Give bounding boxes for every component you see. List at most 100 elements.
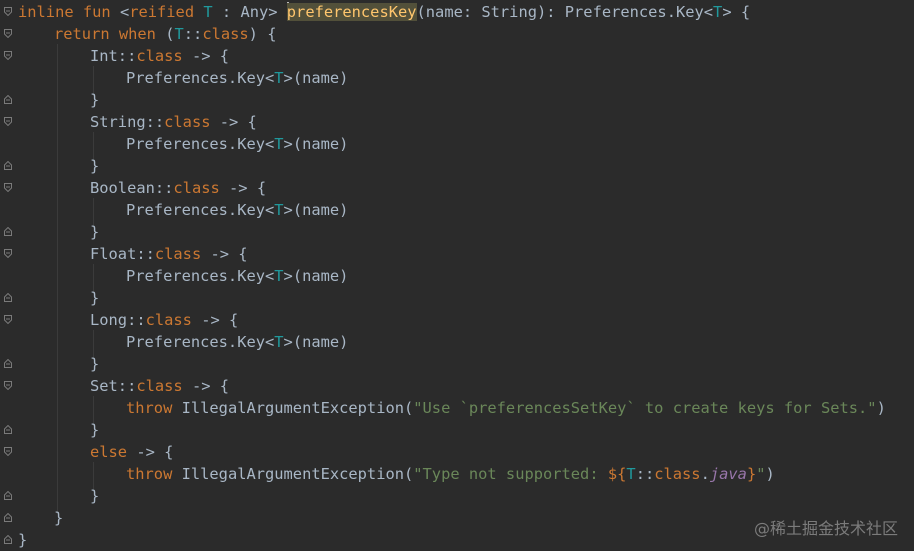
code-text: } [90, 289, 100, 307]
code-text: :: [635, 465, 655, 483]
type-param: T [274, 201, 284, 219]
type-param: T [626, 465, 636, 483]
code-text: -> { [182, 47, 230, 65]
code-text: : Any> [212, 3, 287, 21]
code-line-9[interactable]: Boolean::class -> { [18, 177, 266, 199]
fold-close-icon[interactable] [4, 161, 12, 170]
code-text: } [18, 531, 28, 549]
fold-close-icon[interactable] [4, 425, 12, 434]
code-line-11[interactable]: } [18, 221, 99, 243]
fold-close-icon[interactable] [4, 535, 12, 544]
extension-property: java [709, 465, 747, 483]
fold-open-icon[interactable] [4, 447, 12, 456]
code-text: >(name) [283, 135, 349, 153]
code-text: Preferences.Key< [126, 69, 275, 87]
code-line-14[interactable]: } [18, 287, 99, 309]
code-line-23[interactable]: } [18, 485, 99, 507]
code-text: > { [722, 3, 751, 21]
code-text: Preferences.Key< [126, 135, 275, 153]
keyword: else [90, 443, 128, 461]
code-line-21[interactable]: else -> { [18, 441, 173, 463]
fold-open-icon[interactable] [4, 183, 12, 192]
fold-open-icon[interactable] [4, 315, 12, 324]
code-editor[interactable]: inline fun <reified T : Any> preferences… [0, 0, 914, 551]
code-line-2[interactable]: return when (T::class) { [18, 23, 276, 45]
code-line-20[interactable]: } [18, 419, 99, 441]
gutter [0, 0, 18, 551]
code-line-12[interactable]: Float::class -> { [18, 243, 248, 265]
type-param: T [174, 25, 184, 43]
fold-open-icon[interactable] [4, 29, 12, 38]
code-text: >(name) [283, 267, 349, 285]
keyword: class [145, 311, 192, 329]
code-text: < [110, 3, 130, 21]
code-text: } [90, 355, 100, 373]
code-text: Preferences.Key< [126, 201, 275, 219]
keyword: class [136, 377, 183, 395]
keyword: inline fun [18, 3, 111, 21]
code-text: } [54, 509, 64, 527]
code-line-22[interactable]: throw IllegalArgumentException("Type not… [18, 463, 775, 485]
code-line-10[interactable]: Preferences.Key<T>(name) [18, 199, 348, 221]
code-line-17[interactable]: } [18, 353, 99, 375]
code-text: } [90, 421, 100, 439]
code-line-19[interactable]: throw IllegalArgumentException("Use `pre… [18, 397, 886, 419]
code-line-3[interactable]: Int::class -> { [18, 45, 229, 67]
code-line-15[interactable]: Long::class -> { [18, 309, 238, 331]
code-line-16[interactable]: Preferences.Key<T>(name) [18, 331, 348, 353]
code-line-24[interactable]: } [18, 507, 63, 529]
keyword: throw [126, 465, 173, 483]
code-line-8[interactable]: } [18, 155, 99, 177]
code-text: >(name) [283, 333, 349, 351]
fold-open-icon[interactable] [4, 249, 12, 258]
fold-close-icon[interactable] [4, 491, 12, 500]
code-text: Int:: [90, 47, 137, 65]
function-name[interactable]: preferencesKey [286, 3, 417, 21]
code-text: >(name) [283, 201, 349, 219]
fold-open-icon[interactable] [4, 117, 12, 126]
type-param: T [194, 3, 213, 21]
keyword: class [173, 179, 220, 197]
code-line-6[interactable]: String::class -> { [18, 111, 257, 133]
type-param: T [274, 267, 284, 285]
fold-close-icon[interactable] [4, 513, 12, 522]
code-text: Float:: [90, 245, 155, 263]
code-line-5[interactable]: } [18, 89, 99, 111]
fold-open-icon[interactable] [4, 7, 12, 16]
fold-open-icon[interactable] [4, 51, 12, 60]
code-text: } [90, 487, 100, 505]
keyword: throw [126, 399, 173, 417]
code-text: :: [183, 25, 203, 43]
code-text: } [90, 91, 100, 109]
code-text: -> { [182, 377, 230, 395]
code-text: Preferences.Key< [126, 267, 275, 285]
code-line-7[interactable]: Preferences.Key<T>(name) [18, 133, 348, 155]
code-text: Set:: [90, 377, 137, 395]
fold-close-icon[interactable] [4, 227, 12, 236]
fold-close-icon[interactable] [4, 359, 12, 368]
code-text: (name: String): Preferences.Key< [416, 3, 714, 21]
code-text: IllegalArgumentException( [172, 465, 414, 483]
code-text: Boolean:: [90, 179, 174, 197]
code-text: String:: [90, 113, 165, 131]
code-line-18[interactable]: Set::class -> { [18, 375, 229, 397]
code-line-4[interactable]: Preferences.Key<T>(name) [18, 67, 348, 89]
keyword: class [154, 245, 202, 263]
code-text: ( [155, 25, 175, 43]
code-text: -> { [127, 443, 174, 461]
watermark: @稀土掘金技术社区 [753, 519, 898, 538]
type-param: T [713, 3, 723, 21]
fold-open-icon[interactable] [4, 381, 12, 390]
code-text: IllegalArgumentException( [172, 399, 414, 417]
string-literal: "Type not supported: [413, 465, 608, 483]
code-text: Preferences.Key< [126, 333, 275, 351]
keyword: class [202, 25, 249, 43]
code-text: } [90, 157, 100, 175]
code-line-13[interactable]: Preferences.Key<T>(name) [18, 265, 348, 287]
string-literal: "Use `preferencesSetKey` to create keys … [413, 399, 877, 417]
code-line-1[interactable]: inline fun <reified T : Any> preferences… [18, 1, 750, 23]
fold-close-icon[interactable] [4, 293, 12, 302]
fold-close-icon[interactable] [4, 95, 12, 104]
code-line-25[interactable]: } [18, 529, 27, 551]
keyword: class [654, 465, 701, 483]
